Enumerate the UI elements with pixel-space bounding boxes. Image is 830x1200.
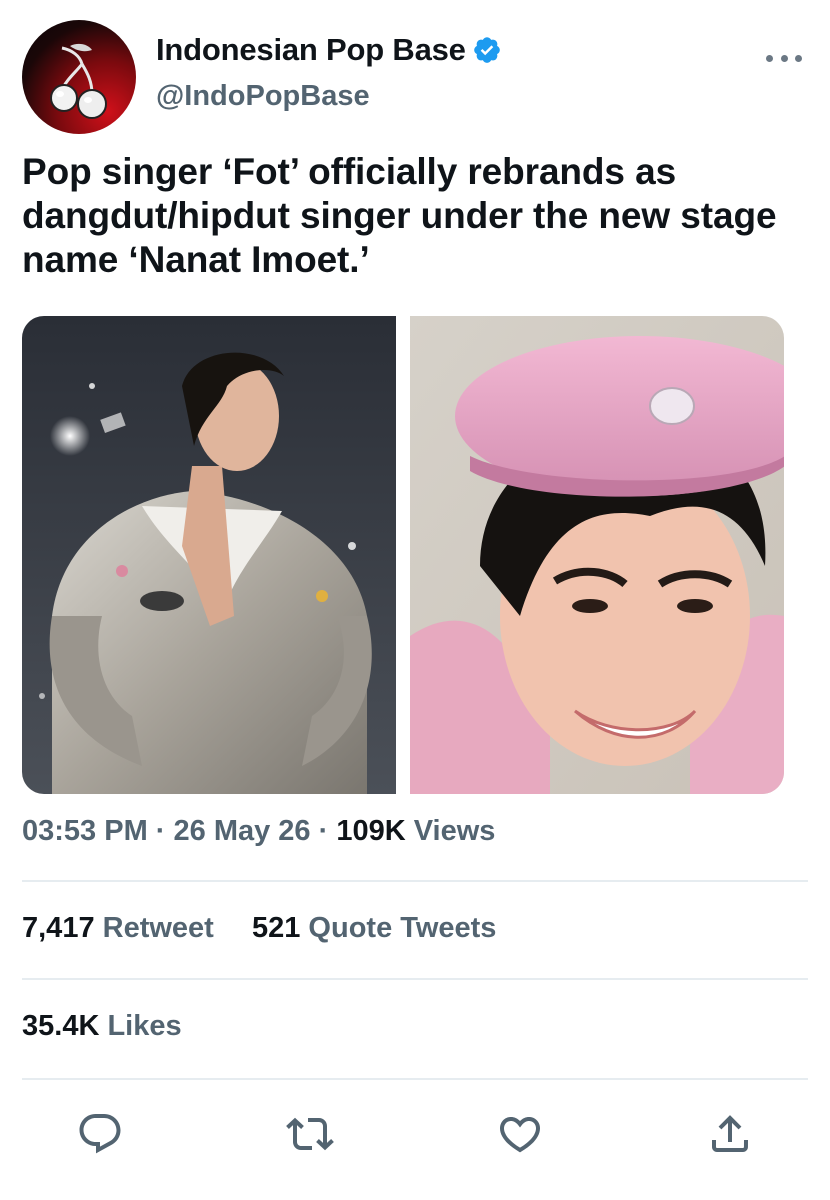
retweets-label: Retweet	[102, 912, 214, 944]
separator-dot: ·	[155, 815, 174, 847]
engagement-row: 7,417 Retweet 521 Quote Tweets	[22, 912, 496, 945]
tweet-time[interactable]: 03:53 PM	[22, 815, 148, 847]
cherry-logo-icon	[50, 43, 107, 119]
avatar[interactable]	[22, 20, 136, 134]
photo-left[interactable]	[22, 316, 396, 794]
name-row: Indonesian Pop Base	[156, 30, 502, 70]
dot	[766, 54, 773, 62]
verified-badge-icon	[472, 35, 502, 65]
user-handle[interactable]: @IndoPopBase	[156, 80, 370, 113]
likes-row: 35.4K Likes	[22, 1010, 182, 1043]
share-icon[interactable]	[706, 1110, 754, 1158]
heart-icon[interactable]	[496, 1110, 544, 1158]
dot	[780, 54, 788, 62]
quotes-link[interactable]: 521 Quote Tweets	[252, 912, 496, 944]
tweet-header: Indonesian Pop Base @IndoPopBase	[22, 20, 812, 134]
views-count: 109K	[336, 815, 406, 847]
tweet-media	[22, 316, 784, 794]
quotes-count: 521	[251, 912, 301, 944]
divider	[22, 880, 808, 882]
divider	[22, 1078, 808, 1080]
more-options-icon[interactable]	[766, 52, 802, 64]
tweet-meta: 03:53 PM · 26 May 26 · 109K Views	[22, 815, 495, 848]
display-name[interactable]: Indonesian Pop Base	[156, 32, 466, 68]
retweet-icon[interactable]	[286, 1110, 334, 1158]
quotes-label: Quote Tweets	[308, 912, 497, 944]
action-bar	[0, 1100, 830, 1170]
photo-right[interactable]	[410, 316, 784, 794]
likes-link[interactable]: 35.4K Likes	[22, 1010, 182, 1042]
retweets-count: 7,417	[22, 912, 95, 944]
separator-dot: ·	[318, 815, 337, 847]
reply-icon[interactable]	[76, 1110, 124, 1158]
dot	[795, 54, 802, 62]
likes-label: Likes	[107, 1010, 182, 1042]
likes-count: 35.4K	[22, 1010, 100, 1042]
retweets-link[interactable]: 7,417 Retweet	[22, 912, 222, 944]
divider	[22, 978, 808, 980]
views-label: Views	[413, 815, 496, 847]
tweet-text: Pop singer ‘Fot’ officially rebrands as …	[22, 151, 777, 280]
tweet-date[interactable]: 26 May 26	[174, 815, 311, 847]
